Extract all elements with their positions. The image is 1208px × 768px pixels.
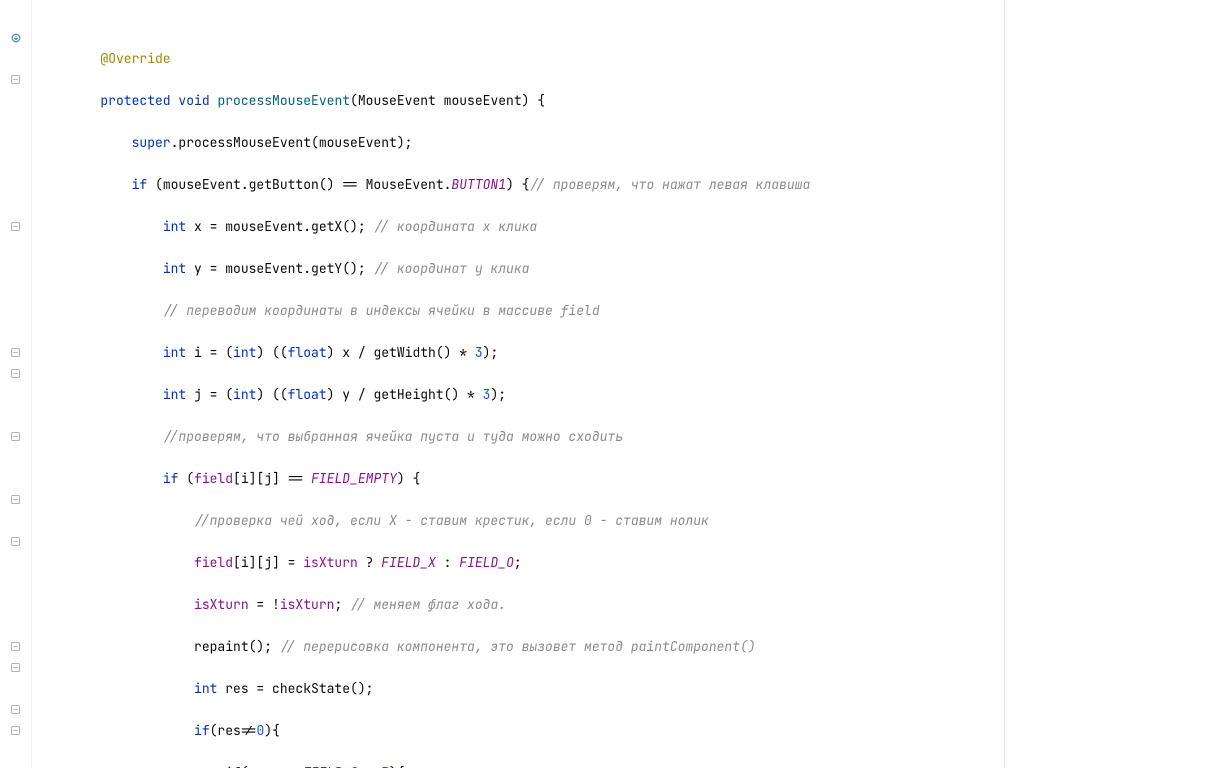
fold-icon[interactable] [0, 657, 31, 678]
code-line[interactable]: // переводим координаты в индексы ячейки… [38, 300, 1208, 321]
fold-icon[interactable] [0, 69, 31, 90]
code-line[interactable]: int x = mouseEvent.getX(); // координата… [38, 216, 1208, 237]
code-line[interactable]: if (field[i][j] == FIELD_EMPTY) { [38, 468, 1208, 489]
code-line[interactable]: repaint(); // перерисовка компонента, эт… [38, 636, 1208, 657]
code-line[interactable]: if (mouseEvent.getButton() == MouseEvent… [38, 174, 1208, 195]
fold-icon[interactable] [0, 720, 31, 741]
fold-icon[interactable] [0, 426, 31, 447]
fold-icon[interactable] [0, 342, 31, 363]
code-line[interactable]: if(res!=0){ [38, 720, 1208, 741]
code-line[interactable]: super.processMouseEvent(mouseEvent); [38, 132, 1208, 153]
editor-gutter [0, 0, 32, 768]
code-line[interactable]: protected void processMouseEvent(MouseEv… [38, 90, 1208, 111]
code-line[interactable]: field[i][j] = isXturn ? FIELD_X : FIELD_… [38, 552, 1208, 573]
right-margin-line [1004, 0, 1005, 768]
fold-icon[interactable] [0, 531, 31, 552]
code-line[interactable]: int j = (int) ((float) y / getHeight() *… [38, 384, 1208, 405]
code-line[interactable]: int i = (int) ((float) x / getWidth() * … [38, 342, 1208, 363]
code-line[interactable]: //проверка чей ход, если Х - ставим крес… [38, 510, 1208, 531]
code-line[interactable]: int y = mouseEvent.getY(); // координат … [38, 258, 1208, 279]
code-editor[interactable]: @Override protected void processMouseEve… [32, 0, 1208, 768]
code-line[interactable]: @Override [38, 48, 1208, 69]
annotation: @Override [100, 50, 170, 67]
fold-icon[interactable] [0, 489, 31, 510]
fold-icon[interactable] [0, 216, 31, 237]
fold-icon[interactable] [0, 636, 31, 657]
code-line[interactable]: //проверям, что выбранная ячейка пуста и… [38, 426, 1208, 447]
code-line[interactable]: int res = checkState(); [38, 678, 1208, 699]
fold-icon[interactable] [0, 363, 31, 384]
override-gutter-icon[interactable] [0, 27, 31, 48]
code-line[interactable]: if(res == FIELD_O * 3){ [38, 762, 1208, 768]
code-line[interactable]: isXturn = !isXturn; // меняем флаг хода. [38, 594, 1208, 615]
fold-icon[interactable] [0, 699, 31, 720]
